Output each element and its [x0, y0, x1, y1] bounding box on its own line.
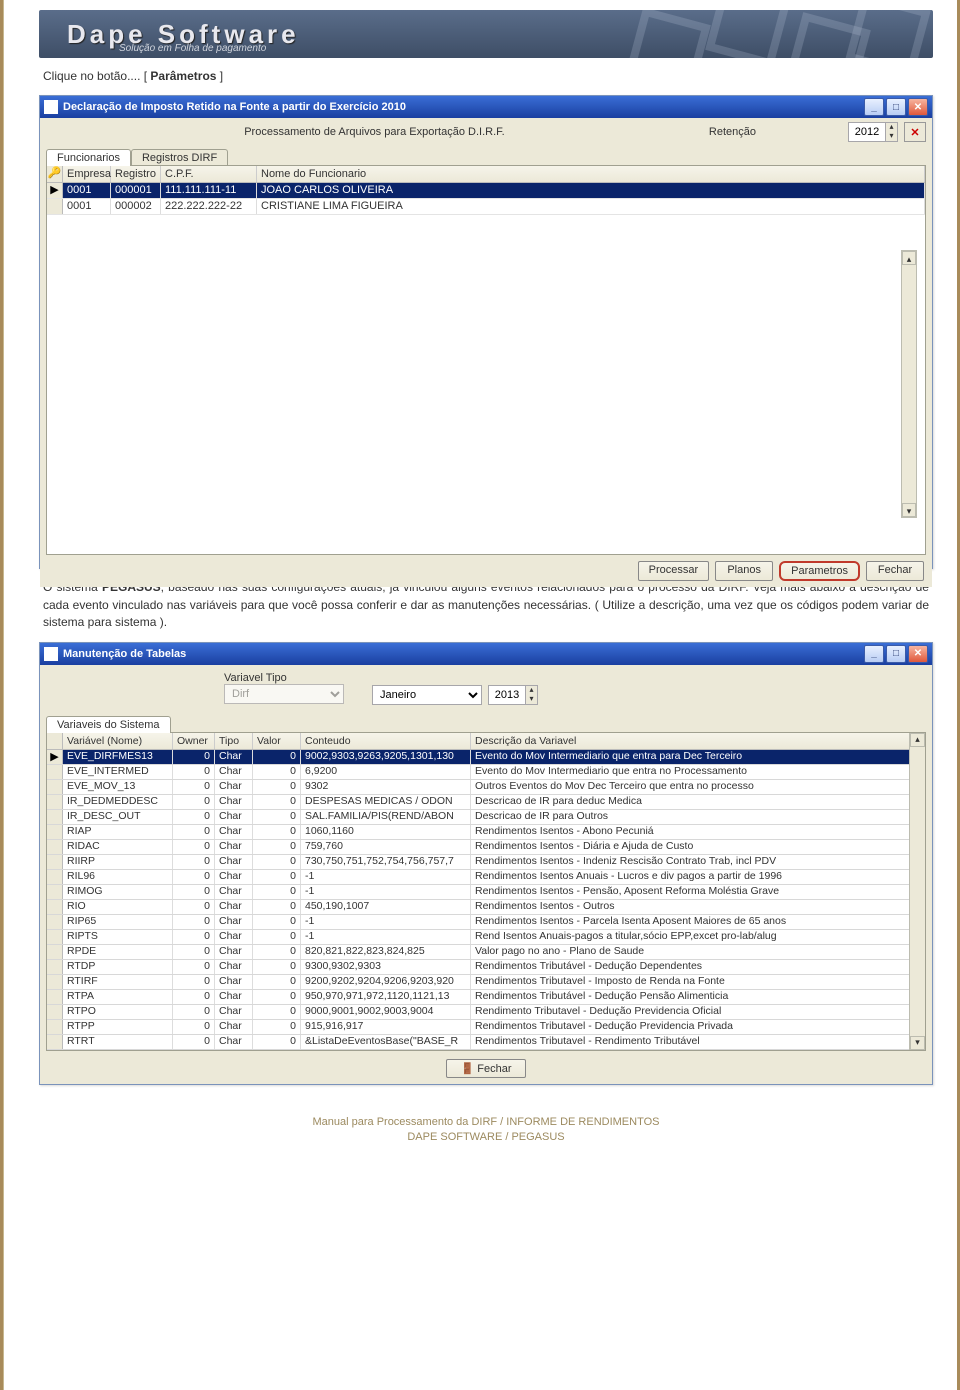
door-icon: 🚪 [460, 1063, 474, 1075]
maximize-button[interactable]: □ [886, 645, 906, 663]
col-valor[interactable]: Valor [253, 733, 301, 749]
variaveis-grid[interactable]: Variável (Nome) Owner Tipo Valor Conteud… [47, 733, 925, 1050]
table-row[interactable]: RIP650Char0-1Rendimentos Isentos - Parce… [47, 915, 925, 930]
footer-line-1: Manual para Processamento da DIRF / INFO… [39, 1115, 933, 1130]
table-row[interactable]: ▶ 0001 000001 111.111.111-11 JOAO CARLOS… [47, 183, 925, 199]
key-icon: 🔑 [48, 166, 62, 179]
close-button[interactable]: ✕ [908, 98, 928, 116]
proc-label: Processamento de Arquivos para Exportaçã… [46, 126, 703, 138]
spinner-down-icon[interactable]: ▾ [885, 132, 897, 141]
bottom-button-bar-2: 🚪 Fechar [40, 1051, 932, 1084]
titlebar[interactable]: Manutenção de Tabelas _ □ ✕ [40, 643, 932, 665]
clear-button[interactable]: ✕ [904, 122, 926, 142]
minimize-button[interactable]: _ [864, 645, 884, 663]
scroll-up-icon[interactable]: ▴ [902, 251, 916, 265]
table-row[interactable]: RIPTS0Char0-1Rend Isentos Anuais-pagos a… [47, 930, 925, 945]
table-row[interactable]: RTIRF0Char09200,9202,9204,9206,9203,920R… [47, 975, 925, 990]
table-row[interactable]: IR_DEDMEDDESC0Char0DESPESAS MEDICAS / OD… [47, 795, 925, 810]
col-empresa[interactable]: Empresa [63, 166, 111, 182]
table-row[interactable]: RTDP0Char09300,9302,9303Rendimentos Trib… [47, 960, 925, 975]
parametros-keyword: Parâmetros [150, 69, 216, 83]
table-row[interactable]: IR_DESC_OUT0Char0SAL.FAMILIA/PIS(REND/AB… [47, 810, 925, 825]
close-button[interactable]: ✕ [908, 645, 928, 663]
tab-content: 🔑 Empresa Registro C.P.F. Nome do Funcio… [46, 165, 926, 555]
table-row[interactable]: RIO0Char0450,190,1007Rendimentos Isentos… [47, 900, 925, 915]
table-row[interactable]: RTPA0Char0950,970,971,972,1120,1121,13Re… [47, 990, 925, 1005]
grid-empty-area [47, 215, 925, 545]
col-cpf[interactable]: C.P.F. [161, 166, 257, 182]
col-conteudo[interactable]: Conteudo [301, 733, 471, 749]
window-title: Declaração de Imposto Retido na Fonte a … [63, 101, 406, 113]
app-icon [44, 647, 58, 661]
planos-button[interactable]: Planos [715, 561, 773, 581]
spinner-down-icon[interactable]: ▾ [525, 695, 537, 704]
year-input[interactable] [849, 124, 885, 140]
banner-bg-shapes [553, 10, 933, 58]
col-descricao[interactable]: Descrição da Variavel [471, 733, 925, 749]
grid2-header: Variável (Nome) Owner Tipo Valor Conteud… [47, 733, 925, 750]
funcionarios-grid[interactable]: 🔑 Empresa Registro C.P.F. Nome do Funcio… [47, 166, 925, 545]
mes-select[interactable]: Janeiro [372, 685, 482, 705]
tabs-2: Variaveis do Sistema [46, 715, 926, 732]
banner-subtitle: Solução em Folha de pagamento [119, 43, 266, 54]
scroll-down-icon[interactable]: ▾ [902, 503, 916, 517]
page-footer: Manual para Processamento da DIRF / INFO… [39, 1115, 933, 1146]
window-manutencao: Manutenção de Tabelas _ □ ✕ Variavel Tip… [39, 642, 933, 1085]
app-icon [44, 100, 58, 114]
vertical-scrollbar[interactable]: ▴ ▾ [901, 250, 917, 518]
col-registro[interactable]: Registro [111, 166, 161, 182]
window-declaracao: Declaração de Imposto Retido na Fonte a … [39, 95, 933, 569]
grid-header: 🔑 Empresa Registro C.P.F. Nome do Funcio… [47, 166, 925, 183]
col-nome[interactable]: Nome do Funcionario [257, 166, 925, 182]
table-row[interactable]: RIAP0Char01060,1160Rendimentos Isentos -… [47, 825, 925, 840]
table-row[interactable]: EVE_MOV_130Char09302Outros Eventos do Mo… [47, 780, 925, 795]
variavel-tipo-label: Variavel Tipo [224, 672, 344, 684]
col-owner[interactable]: Owner [173, 733, 215, 749]
processar-button[interactable]: Processar [638, 561, 710, 581]
table-row[interactable]: RTRT0Char0&ListaDeEventosBase("BASE_RRen… [47, 1035, 925, 1050]
retencao-label: Retenção [709, 126, 756, 138]
maximize-button[interactable]: □ [886, 98, 906, 116]
titlebar[interactable]: Declaração de Imposto Retido na Fonte a … [40, 96, 932, 118]
year-spinner[interactable]: ▴▾ [848, 122, 898, 142]
doc-banner: Dape Software Solução em Folha de pagame… [39, 10, 933, 58]
parametros-button[interactable]: Parametros [779, 561, 860, 581]
col-tipo[interactable]: Tipo [215, 733, 253, 749]
table-row[interactable]: 0001 000002 222.222.222-22 CRISTIANE LIM… [47, 199, 925, 215]
grid2-body: ▶EVE_DIRFMES130Char09002,9303,9263,9205,… [47, 750, 925, 1050]
footer-line-2: DAPE SOFTWARE / PEGASUS [39, 1130, 933, 1145]
table-row[interactable]: RIMOG0Char0-1Rendimentos Isentos - Pensã… [47, 885, 925, 900]
tab-variaveis-sistema[interactable]: Variaveis do Sistema [46, 716, 171, 733]
table-row[interactable]: ▶EVE_DIRFMES130Char09002,9303,9263,9205,… [47, 750, 925, 765]
instruction-line: Clique no botão.... [ Parâmetros ] [43, 68, 929, 85]
window-title: Manutenção de Tabelas [63, 648, 186, 660]
scroll-down-icon[interactable]: ▾ [910, 1036, 925, 1050]
tab-registros-dirf[interactable]: Registros DIRF [131, 149, 228, 166]
table-row[interactable]: RPDE0Char0820,821,822,823,824,825Valor p… [47, 945, 925, 960]
table-row[interactable]: RIL960Char0-1Rendimentos Isentos Anuais … [47, 870, 925, 885]
minimize-button[interactable]: _ [864, 98, 884, 116]
scroll-up-icon[interactable]: ▴ [910, 733, 925, 747]
tab-content-2: Variável (Nome) Owner Tipo Valor Conteud… [46, 732, 926, 1051]
grid-body: ▶ 0001 000001 111.111.111-11 JOAO CARLOS… [47, 183, 925, 215]
variavel-tipo-select[interactable]: Dirf [224, 684, 344, 704]
fechar-button-2[interactable]: 🚪 Fechar [446, 1059, 526, 1078]
ano-spinner[interactable]: ▴▾ [488, 685, 538, 705]
vertical-scrollbar-2[interactable]: ▴ ▾ [909, 733, 925, 1050]
filter-bar: Variavel Tipo Dirf Janeiro ▴▾ [40, 665, 932, 711]
table-row[interactable]: RTPP0Char0915,916,917Rendimentos Tributa… [47, 1020, 925, 1035]
bottom-button-bar: Processar Planos Parametros Fechar [40, 555, 932, 587]
tabs: Funcionarios Registros DIRF [46, 148, 926, 165]
table-row[interactable]: EVE_INTERMED0Char06,9200Evento do Mov In… [47, 765, 925, 780]
ano-input[interactable] [489, 687, 525, 703]
table-row[interactable]: RIIRP0Char0730,750,751,752,754,756,757,7… [47, 855, 925, 870]
toolbar: Processamento de Arquivos para Exportaçã… [40, 118, 932, 144]
tab-funcionarios[interactable]: Funcionarios [46, 149, 131, 166]
table-row[interactable]: RIDAC0Char0759,760Rendimentos Isentos - … [47, 840, 925, 855]
fechar-button[interactable]: Fechar [866, 561, 924, 581]
table-row[interactable]: RTPO0Char09000,9001,9002,9003,9004Rendim… [47, 1005, 925, 1020]
col-variavel[interactable]: Variável (Nome) [63, 733, 173, 749]
